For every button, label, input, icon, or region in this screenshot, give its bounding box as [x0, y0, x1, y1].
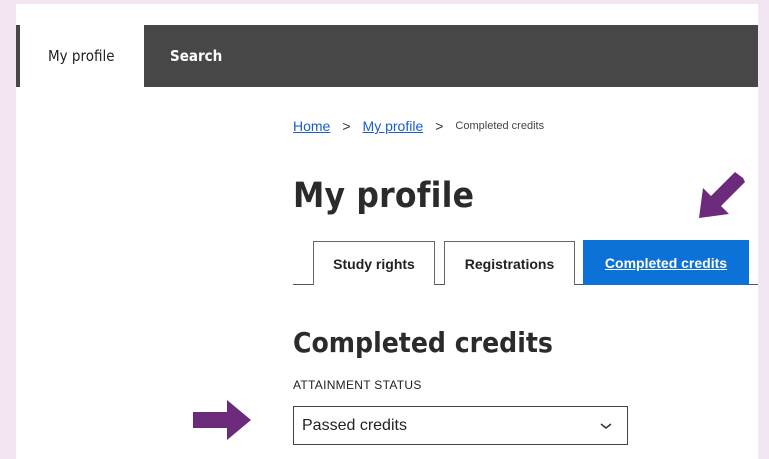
- annotation-arrow-icon: [193, 400, 251, 440]
- profile-tabs: Study rights Registrations Completed cre…: [293, 240, 758, 285]
- tab-registrations[interactable]: Registrations: [444, 241, 575, 285]
- page-title: My profile: [293, 176, 475, 216]
- select-value: Passed credits: [302, 416, 407, 434]
- breadcrumb-separator: >: [435, 118, 444, 134]
- tab-label: Study rights: [333, 255, 415, 272]
- nav-tab-label: Search: [170, 47, 223, 65]
- top-navigation: My profile Search: [16, 25, 758, 87]
- tab-study-rights[interactable]: Study rights: [313, 241, 435, 285]
- breadcrumb-separator: >: [342, 118, 351, 134]
- attainment-status-label: ATTAINMENT STATUS: [293, 378, 422, 392]
- chevron-down-icon: [600, 422, 612, 429]
- section-title: Completed credits: [293, 326, 553, 359]
- nav-tab-search[interactable]: Search: [144, 25, 222, 87]
- breadcrumb-my-profile-link[interactable]: My profile: [363, 118, 424, 134]
- tab-label: Registrations: [464, 255, 555, 272]
- tab-label: Completed credits: [604, 255, 728, 271]
- breadcrumb-home-link[interactable]: Home: [293, 118, 330, 134]
- annotation-arrow-icon: [699, 172, 745, 218]
- breadcrumb: Home > My profile > Completed credits: [293, 118, 544, 134]
- nav-tab-my-profile[interactable]: My profile: [16, 25, 144, 87]
- tab-completed-credits[interactable]: Completed credits: [583, 240, 749, 285]
- page: My profile Search Home > My profile > Co…: [16, 4, 758, 459]
- nav-tab-label: My profile: [48, 47, 115, 65]
- attainment-status-select[interactable]: Passed credits: [293, 406, 628, 445]
- breadcrumb-current: Completed credits: [455, 120, 545, 132]
